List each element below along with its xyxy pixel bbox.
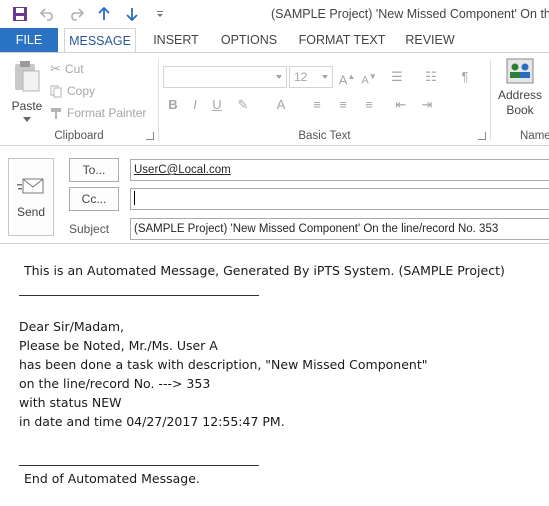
tab-message[interactable]: MESSAGE — [64, 28, 136, 53]
font-color-icon[interactable]: A — [271, 95, 291, 115]
save-icon[interactable] — [6, 4, 34, 24]
grow-font-icon[interactable]: A▲ — [337, 67, 357, 87]
ribbon: Paste ✂ Cut Copy Format Painter Clipboar… — [0, 52, 549, 146]
arrow-down-icon[interactable] — [118, 4, 146, 24]
paste-button[interactable]: Paste — [6, 57, 48, 127]
subject-field[interactable]: (SAMPLE Project) 'New Missed Component' … — [130, 218, 549, 240]
body-line: with status NEW — [19, 395, 122, 410]
body-line: Please be Noted, Mr./Ms. User A — [19, 338, 218, 353]
basic-text-group: 12 A▲ A▼ ☰ ☷ ¶ B I U ✎ A ≡ ≡ ≡ ⇤ ⇥ Basic… — [159, 53, 490, 145]
numbering-icon[interactable]: ☷ — [421, 67, 441, 87]
font-name-dropdown[interactable] — [163, 66, 287, 88]
bold-icon[interactable]: B — [163, 95, 183, 115]
body-line: on the line/record No. ---> 353 — [19, 376, 211, 391]
body-line: has been done a task with description, "… — [19, 357, 428, 372]
scissors-icon: ✂ — [50, 61, 61, 76]
copy-icon — [50, 85, 62, 97]
address-book-label-2: Book — [506, 103, 534, 117]
to-recipient[interactable]: UserC@Local.com — [134, 164, 231, 176]
arrow-up-icon[interactable] — [90, 4, 118, 24]
chevron-down-icon[interactable] — [23, 117, 31, 122]
chevron-down-icon — [276, 75, 282, 79]
ribbon-tabs: FILE MESSAGE INSERT OPTIONS FORMAT TEXT … — [0, 28, 549, 53]
clipboard-group-label: Clipboard — [54, 130, 104, 142]
undo-icon[interactable] — [34, 4, 62, 24]
copy-label: Copy — [67, 84, 96, 98]
to-field[interactable]: UserC@Local.com — [130, 159, 549, 181]
message-body[interactable]: This is an Automated Message, Generated … — [0, 244, 549, 506]
tab-review[interactable]: REVIEW — [400, 28, 460, 52]
customize-qat-icon[interactable] — [146, 4, 174, 24]
body-header-line: This is an Automated Message, Generated … — [24, 263, 505, 278]
underline-icon[interactable]: U — [207, 95, 227, 115]
address-book-button[interactable]: Address Book — [498, 57, 542, 118]
body-line: in date and time 04/27/2017 12:55:47 PM. — [19, 414, 285, 429]
text-cursor — [134, 190, 135, 205]
address-book-icon — [506, 58, 534, 84]
italic-icon[interactable]: I — [185, 95, 205, 115]
to-button[interactable]: To... — [69, 158, 119, 182]
decrease-indent-icon[interactable]: ⇤ — [391, 95, 411, 115]
clipboard-dialog-launcher[interactable] — [146, 132, 154, 140]
paste-icon — [15, 61, 40, 92]
clipboard-group: Paste ✂ Cut Copy Format Painter Clipboar… — [0, 53, 158, 145]
divider-line — [19, 295, 259, 296]
align-center-icon[interactable]: ≡ — [333, 95, 353, 115]
bullets-icon[interactable]: ☰ — [387, 67, 407, 87]
align-left-icon[interactable]: ≡ — [307, 95, 327, 115]
send-icon — [17, 178, 44, 194]
copy-button[interactable]: Copy — [50, 81, 95, 101]
cut-button[interactable]: ✂ Cut — [50, 59, 84, 79]
compose-header: Send To... UserC@Local.com Cc... Subject… — [0, 146, 549, 244]
format-painter-label: Format Painter — [67, 106, 147, 120]
address-book-label-1: Address — [498, 88, 543, 102]
format-painter-icon — [51, 107, 61, 119]
names-group-label: Name — [520, 130, 549, 142]
tab-format-text[interactable]: FORMAT TEXT — [294, 28, 390, 52]
window-title: (SAMPLE Project) 'New Missed Component' … — [271, 7, 549, 21]
tab-file[interactable]: FILE — [0, 28, 58, 52]
font-size-dropdown[interactable]: 12 — [289, 66, 333, 88]
tab-insert[interactable]: INSERT — [146, 28, 206, 52]
paste-label: Paste — [11, 99, 43, 113]
body-footer-line: End of Automated Message. — [24, 471, 200, 486]
font-size-value: 12 — [294, 70, 308, 84]
align-right-icon[interactable]: ≡ — [359, 95, 379, 115]
cut-label: Cut — [64, 62, 84, 76]
subject-label: Subject — [69, 222, 110, 236]
highlight-icon[interactable]: ✎ — [233, 95, 253, 115]
send-label: Send — [16, 205, 46, 219]
divider-line — [19, 465, 259, 466]
basic-text-dialog-launcher[interactable] — [478, 132, 486, 140]
shrink-font-icon[interactable]: A▼ — [359, 67, 379, 87]
send-button[interactable]: Send — [8, 158, 54, 236]
increase-indent-icon[interactable]: ⇥ — [417, 95, 437, 115]
format-painter-button[interactable]: Format Painter — [50, 103, 146, 123]
styles-icon[interactable]: ¶ — [455, 67, 475, 87]
chevron-down-icon — [322, 75, 328, 79]
redo-icon[interactable] — [62, 4, 90, 24]
quick-access-toolbar — [6, 4, 174, 24]
cc-button[interactable]: Cc... — [69, 187, 119, 211]
basic-text-group-label: Basic Text — [298, 130, 351, 142]
body-line: Dear Sir/Madam, — [19, 319, 125, 334]
tab-options[interactable]: OPTIONS — [214, 28, 284, 52]
group-divider — [490, 59, 491, 141]
title-bar: (SAMPLE Project) 'New Missed Component' … — [0, 0, 549, 28]
cc-field[interactable] — [130, 188, 549, 210]
